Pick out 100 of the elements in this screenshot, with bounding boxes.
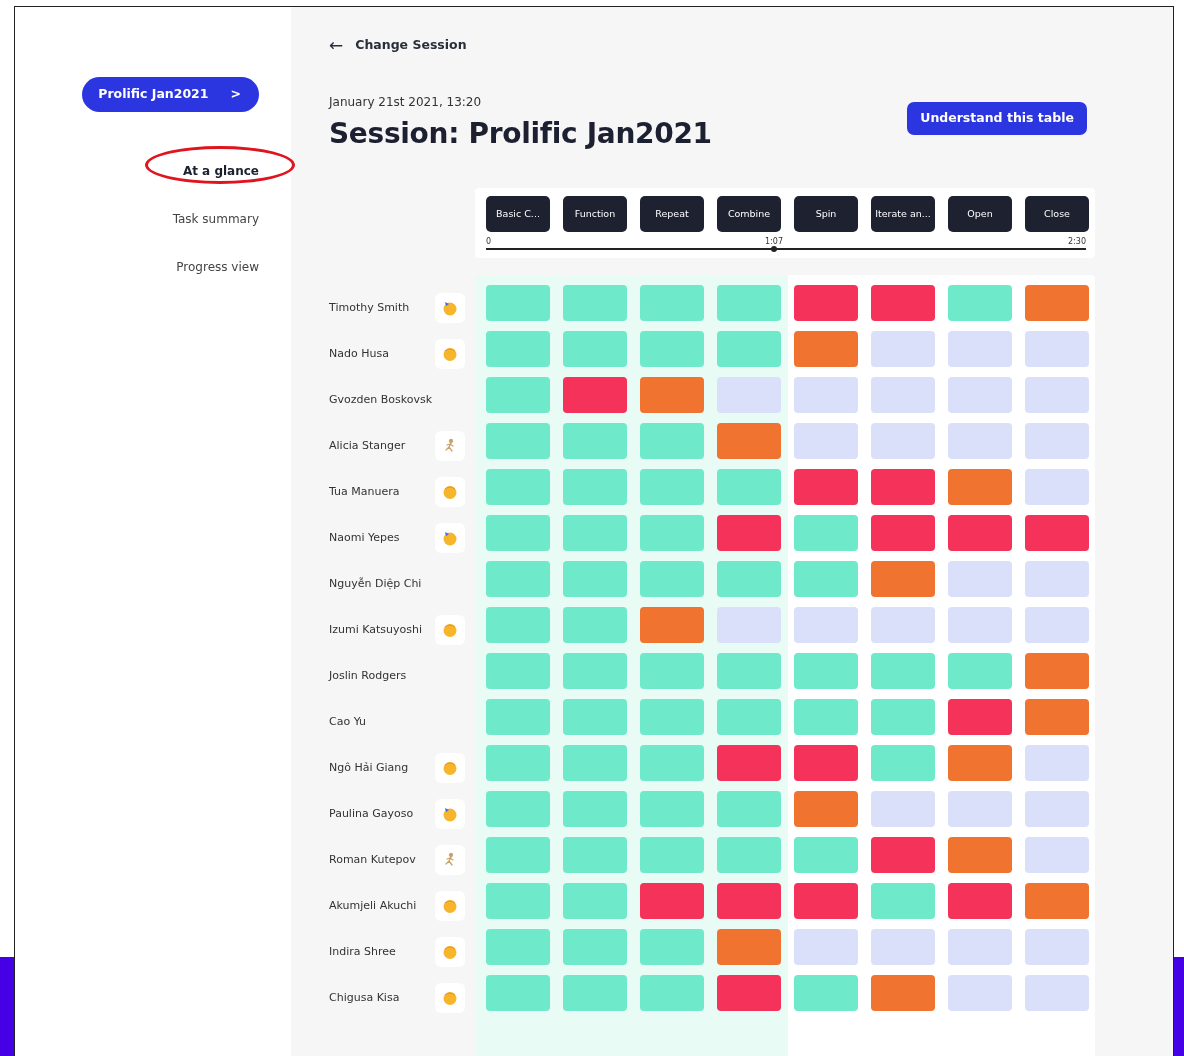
result-cell[interactable] [871,607,935,644]
result-cell[interactable] [871,745,935,782]
result-cell[interactable] [794,975,858,1012]
result-cell[interactable] [486,561,550,598]
result-cell[interactable] [871,469,935,506]
task-button[interactable]: Combine [717,196,781,233]
result-cell[interactable] [1025,837,1089,874]
result-cell[interactable] [486,883,550,920]
task-button[interactable]: Repeat [640,196,704,233]
result-cell[interactable] [948,331,1012,368]
result-cell[interactable] [1025,285,1089,322]
result-cell[interactable] [640,745,704,782]
result-cell[interactable] [717,377,781,414]
result-cell[interactable] [563,699,627,736]
result-cell[interactable] [486,699,550,736]
result-cell[interactable] [640,699,704,736]
result-cell[interactable] [640,285,704,322]
result-cell[interactable] [640,331,704,368]
result-cell[interactable] [948,929,1012,966]
result-cell[interactable] [717,561,781,598]
result-cell[interactable] [794,469,858,506]
result-cell[interactable] [871,929,935,966]
sidebar-item[interactable]: Task summary [172,209,259,228]
result-cell[interactable] [871,377,935,414]
task-button[interactable]: Basic C... [486,196,550,233]
result-cell[interactable] [948,837,1012,874]
result-cell[interactable] [563,607,627,644]
sidebar-item[interactable]: At a glance [182,161,259,180]
result-cell[interactable] [1025,883,1089,920]
result-cell[interactable] [1025,791,1089,828]
result-cell[interactable] [486,791,550,828]
result-cell[interactable] [948,745,1012,782]
result-cell[interactable] [794,883,858,920]
result-cell[interactable] [717,331,781,368]
result-cell[interactable] [871,653,935,690]
result-cell[interactable] [717,423,781,460]
result-cell[interactable] [563,653,627,690]
result-cell[interactable] [640,607,704,644]
result-cell[interactable] [486,607,550,644]
result-cell[interactable] [1025,653,1089,690]
result-cell[interactable] [486,377,550,414]
result-cell[interactable] [717,469,781,506]
result-cell[interactable] [1025,929,1089,966]
result-cell[interactable] [948,607,1012,644]
result-cell[interactable] [486,837,550,874]
result-cell[interactable] [871,837,935,874]
result-cell[interactable] [717,607,781,644]
result-cell[interactable] [640,423,704,460]
result-cell[interactable] [640,837,704,874]
result-cell[interactable] [948,285,1012,322]
result-cell[interactable] [486,745,550,782]
result-cell[interactable] [563,883,627,920]
task-button[interactable]: Spin [794,196,858,233]
result-cell[interactable] [486,469,550,506]
result-cell[interactable] [794,745,858,782]
task-button[interactable]: Iterate an... [871,196,935,233]
result-cell[interactable] [948,469,1012,506]
result-cell[interactable] [640,653,704,690]
result-cell[interactable] [640,515,704,552]
result-cell[interactable] [717,975,781,1012]
result-cell[interactable] [1025,469,1089,506]
result-cell[interactable] [871,331,935,368]
result-cell[interactable] [1025,745,1089,782]
result-cell[interactable] [563,469,627,506]
result-cell[interactable] [1025,561,1089,598]
result-cell[interactable] [871,883,935,920]
task-button[interactable]: Function [563,196,627,233]
result-cell[interactable] [871,791,935,828]
result-cell[interactable] [486,653,550,690]
result-cell[interactable] [717,837,781,874]
result-cell[interactable] [563,285,627,322]
result-cell[interactable] [948,515,1012,552]
result-cell[interactable] [640,561,704,598]
result-cell[interactable] [794,653,858,690]
result-cell[interactable] [1025,423,1089,460]
help-button[interactable]: Understand this table [907,101,1087,135]
result-cell[interactable] [563,791,627,828]
result-cell[interactable] [948,883,1012,920]
result-cell[interactable] [794,561,858,598]
result-cell[interactable] [871,561,935,598]
result-cell[interactable] [871,515,935,552]
result-cell[interactable] [640,469,704,506]
result-cell[interactable] [871,285,935,322]
task-button[interactable]: Open [948,196,1012,233]
timeline-handle[interactable] [771,246,777,253]
result-cell[interactable] [948,561,1012,598]
result-cell[interactable] [717,285,781,322]
result-cell[interactable] [640,975,704,1012]
result-cell[interactable] [563,515,627,552]
result-cell[interactable] [948,699,1012,736]
result-cell[interactable] [1025,515,1089,552]
result-cell[interactable] [640,883,704,920]
result-cell[interactable] [640,377,704,414]
result-cell[interactable] [640,929,704,966]
result-cell[interactable] [1025,331,1089,368]
result-cell[interactable] [486,331,550,368]
result-cell[interactable] [871,423,935,460]
result-cell[interactable] [948,423,1012,460]
result-cell[interactable] [794,423,858,460]
result-cell[interactable] [1025,975,1089,1012]
